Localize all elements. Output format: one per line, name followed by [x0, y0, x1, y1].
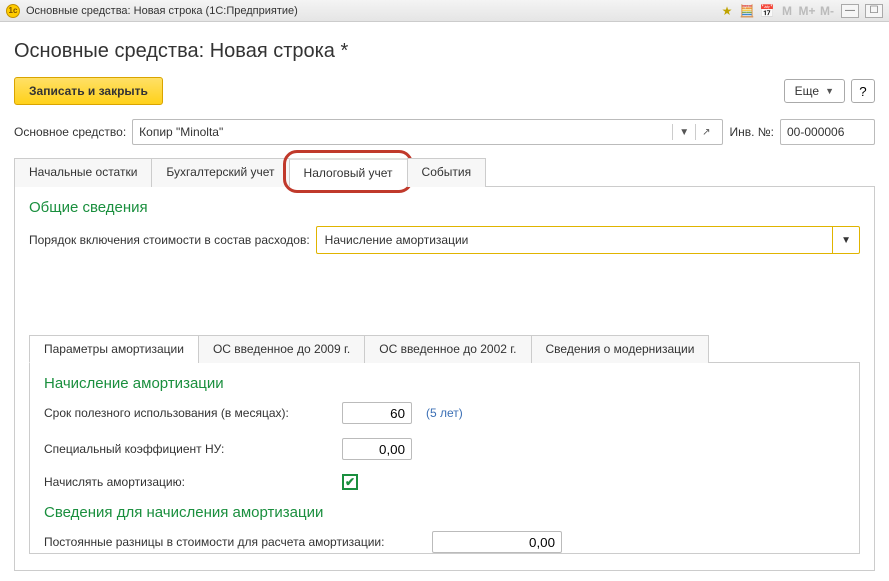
- more-button[interactable]: Еще ▼: [784, 79, 845, 103]
- favorite-icon[interactable]: ★: [719, 3, 735, 19]
- window-title: Основные средства: Новая строка (1С:Пред…: [26, 5, 719, 17]
- memory-mminus-icon[interactable]: M-: [819, 3, 835, 19]
- useful-life-label: Срок полезного использования (в месяцах)…: [44, 406, 334, 420]
- expense-method-row: Порядок включения стоимости в состав рас…: [29, 226, 860, 254]
- toolbar: Записать и закрыть Еще ▼ ?: [14, 77, 875, 105]
- calculator-icon[interactable]: 🧮: [739, 3, 755, 19]
- save-and-close-button[interactable]: Записать и закрыть: [14, 77, 163, 105]
- open-icon[interactable]: ↗: [695, 124, 716, 140]
- window-close-button[interactable]: ☐: [865, 4, 883, 18]
- memory-m-icon[interactable]: M: [779, 3, 795, 19]
- useful-life-row: Срок полезного использования (в месяцах)…: [44, 402, 845, 424]
- tab-initial-balances[interactable]: Начальные остатки: [14, 158, 152, 187]
- memory-mplus-icon[interactable]: M+: [799, 3, 815, 19]
- page-title: Основные средства: Новая строка *: [14, 40, 875, 63]
- subtab-pre2009[interactable]: ОС введенное до 2009 г.: [198, 335, 365, 363]
- inventory-value: 00-000006: [787, 125, 844, 139]
- main-asset-row: Основное средство: Копир "Minolta" ▼ ↗ И…: [14, 119, 875, 145]
- tab-accounting[interactable]: Бухгалтерский учет: [151, 158, 289, 187]
- main-tabs: Начальные остатки Бухгалтерский учет Нал…: [14, 157, 875, 187]
- amort-title: Начисление амортизации: [44, 375, 845, 392]
- subtab-amort-params[interactable]: Параметры амортизации: [29, 335, 199, 363]
- tab-tax-panel: Общие сведения Порядок включения стоимос…: [14, 187, 875, 571]
- sub-tabs: Параметры амортизации ОС введенное до 20…: [29, 334, 860, 363]
- window-title-bar: 1c Основные средства: Новая строка (1С:П…: [0, 0, 889, 22]
- special-coef-input[interactable]: [342, 438, 412, 460]
- tab-tax-highlight: Налоговый учет: [289, 157, 407, 186]
- amort-calc-title: Сведения для начисления амортизации: [44, 504, 845, 521]
- asset-input[interactable]: Копир "Minolta" ▼ ↗: [132, 119, 723, 145]
- charge-amort-row: Начислять амортизацию: ✔: [44, 474, 845, 490]
- dropdown-icon[interactable]: ▼: [672, 124, 695, 140]
- asset-label: Основное средство:: [14, 125, 126, 139]
- more-button-label: Еще: [795, 84, 819, 98]
- perm-diff-label: Постоянные разницы в стоимости для расче…: [44, 535, 424, 549]
- perm-diff-row: Постоянные разницы в стоимости для расче…: [44, 531, 845, 553]
- check-icon: ✔: [345, 475, 355, 489]
- special-coef-label: Специальный коэффициент НУ:: [44, 442, 334, 456]
- expense-method-input[interactable]: Начисление амортизации ▼: [316, 226, 860, 254]
- charge-amort-checkbox[interactable]: ✔: [342, 474, 358, 490]
- expense-method-label: Порядок включения стоимости в состав рас…: [29, 233, 310, 247]
- charge-amort-label: Начислять амортизацию:: [44, 475, 334, 489]
- window-minimize-button[interactable]: —: [841, 4, 859, 18]
- special-coef-row: Специальный коэффициент НУ:: [44, 438, 845, 460]
- asset-input-value: Копир "Minolta": [139, 125, 672, 139]
- section-general-title: Общие сведения: [29, 199, 860, 216]
- tab-events[interactable]: События: [407, 158, 487, 187]
- perm-diff-input[interactable]: [432, 531, 562, 553]
- chevron-down-icon: ▼: [825, 86, 834, 96]
- useful-life-input[interactable]: [342, 402, 412, 424]
- help-button[interactable]: ?: [851, 79, 875, 103]
- subtab-pre2002[interactable]: ОС введенное до 2002 г.: [364, 335, 531, 363]
- useful-life-hint: (5 лет): [426, 406, 463, 420]
- inventory-input[interactable]: 00-000006: [780, 119, 875, 145]
- subtab-amort-panel: Начисление амортизации Срок полезного ис…: [29, 363, 860, 554]
- tab-tax[interactable]: Налоговый учет: [289, 158, 408, 187]
- calendar-icon[interactable]: 📅: [759, 3, 775, 19]
- subtab-modernization[interactable]: Сведения о модернизации: [531, 335, 710, 363]
- dropdown-icon[interactable]: ▼: [832, 227, 859, 253]
- app-logo-icon: 1c: [6, 4, 20, 18]
- inventory-label: Инв. №:: [729, 125, 774, 139]
- expense-method-value: Начисление амортизации: [317, 229, 832, 251]
